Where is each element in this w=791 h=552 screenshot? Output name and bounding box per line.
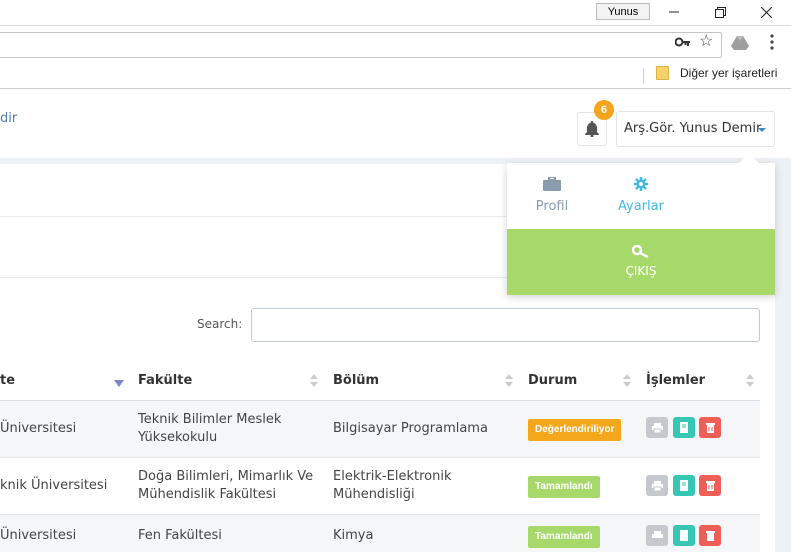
settings-label: Ayarlar xyxy=(618,199,664,214)
table-row: Üniversitesi Fen Fakültesi Kimya Tamamla… xyxy=(0,515,760,552)
gear-icon xyxy=(634,177,648,191)
print-icon xyxy=(651,480,663,491)
cell-department: Bilgisayar Programlama xyxy=(333,421,488,436)
delete-button[interactable] xyxy=(699,475,721,496)
user-menu-toggle[interactable]: Arş.Gör. Yunus Demir xyxy=(616,111,775,147)
view-button[interactable] xyxy=(673,475,695,496)
column-header-department[interactable]: Bölüm xyxy=(333,373,379,388)
browser-toolbar: ☆ xyxy=(0,26,791,62)
delete-button[interactable] xyxy=(699,417,721,438)
print-button[interactable] xyxy=(646,417,668,438)
restore-icon[interactable] xyxy=(697,0,743,24)
page-header: dir Arş.Gör. Yunus Demir xyxy=(0,90,791,158)
book-icon xyxy=(680,530,688,541)
sort-desc-icon[interactable] xyxy=(114,380,124,387)
cell-faculty: Fen Fakültesi xyxy=(138,528,222,543)
cell-university: Üniversitesi xyxy=(0,421,77,436)
print-icon xyxy=(651,530,663,538)
print-icon xyxy=(651,422,663,433)
dropdown-pointer xyxy=(739,153,759,163)
print-button[interactable] xyxy=(646,525,668,546)
view-button[interactable] xyxy=(673,417,695,438)
status-badge: Değerlendiriliyor xyxy=(528,419,622,441)
table-header: te Fakülte Bölüm Durum İşlemler xyxy=(0,362,760,401)
breadcrumb-link[interactable]: dir xyxy=(0,111,17,126)
status-badge: Tamamlandı xyxy=(528,526,600,548)
column-header-actions[interactable]: İşlemler xyxy=(646,373,705,388)
view-button[interactable] xyxy=(673,525,695,546)
caret-down-icon xyxy=(758,128,766,132)
notification-count-badge: 6 xyxy=(594,100,614,120)
sort-icon[interactable] xyxy=(505,374,513,388)
cell-department: Kimya xyxy=(333,528,374,543)
table-row: Üniversitesi Teknik Bilimler Meslek Yüks… xyxy=(0,401,760,458)
settings-menu-item[interactable]: Ayarlar xyxy=(617,177,665,214)
folder-icon xyxy=(656,66,669,80)
address-bar[interactable] xyxy=(0,32,722,58)
profile-menu-item[interactable]: Profil xyxy=(532,176,572,214)
trash-icon xyxy=(705,531,715,541)
search-label: Search: xyxy=(197,317,243,331)
bookmark-star-icon[interactable]: ☆ xyxy=(699,34,713,50)
key-icon[interactable] xyxy=(674,35,691,49)
status-badge: Tamamlandı xyxy=(528,476,600,498)
book-icon xyxy=(680,422,688,433)
sort-icon[interactable] xyxy=(310,374,318,388)
print-button[interactable] xyxy=(646,475,668,496)
column-header-university[interactable]: te xyxy=(0,373,15,388)
cell-department: Elektrik-Elektronik Mühendisliği xyxy=(333,469,452,502)
logout-label: ÇIKIŞ xyxy=(625,264,657,278)
drive-extension-icon[interactable] xyxy=(731,36,749,50)
book-icon xyxy=(680,480,688,491)
sort-icon[interactable] xyxy=(623,374,631,388)
user-dropdown-menu: Profil Ayarlar ÇIKIŞ xyxy=(507,163,775,295)
cell-university: Üniversitesi xyxy=(0,528,77,543)
column-header-status[interactable]: Durum xyxy=(528,373,577,388)
column-header-faculty[interactable]: Fakülte xyxy=(138,373,192,388)
close-icon[interactable] xyxy=(743,0,789,24)
minimize-icon[interactable] xyxy=(651,0,697,24)
trash-icon xyxy=(705,481,715,491)
search-input[interactable] xyxy=(251,308,760,342)
cell-university: knik Üniversitesi xyxy=(0,478,108,493)
browser-menu-icon[interactable] xyxy=(768,34,776,52)
bell-icon xyxy=(585,121,599,137)
bookmarks-divider xyxy=(643,68,644,84)
bookmarks-bar xyxy=(0,62,791,89)
cell-faculty: Doğa Bilimleri, Mimarlık Ve Mühendislik … xyxy=(138,469,314,502)
browser-titlebar: Yunus xyxy=(0,0,791,26)
key-icon xyxy=(632,245,649,259)
logout-button[interactable]: ÇIKIŞ xyxy=(507,229,775,295)
trash-icon xyxy=(705,423,715,433)
user-name-label: Arş.Gör. Yunus Demir xyxy=(624,121,762,136)
profile-name-button[interactable]: Yunus xyxy=(596,3,650,20)
other-bookmarks-link[interactable]: Diğer yer işaretleri xyxy=(680,65,777,81)
delete-button[interactable] xyxy=(699,525,721,546)
profile-label: Profil xyxy=(535,199,569,214)
table-row: knik Üniversitesi Doğa Bilimleri, Mimarl… xyxy=(0,458,760,515)
briefcase-icon xyxy=(543,176,561,191)
sort-icon[interactable] xyxy=(746,374,754,388)
cell-faculty: Teknik Bilimler Meslek Yüksekokulu xyxy=(138,412,282,445)
